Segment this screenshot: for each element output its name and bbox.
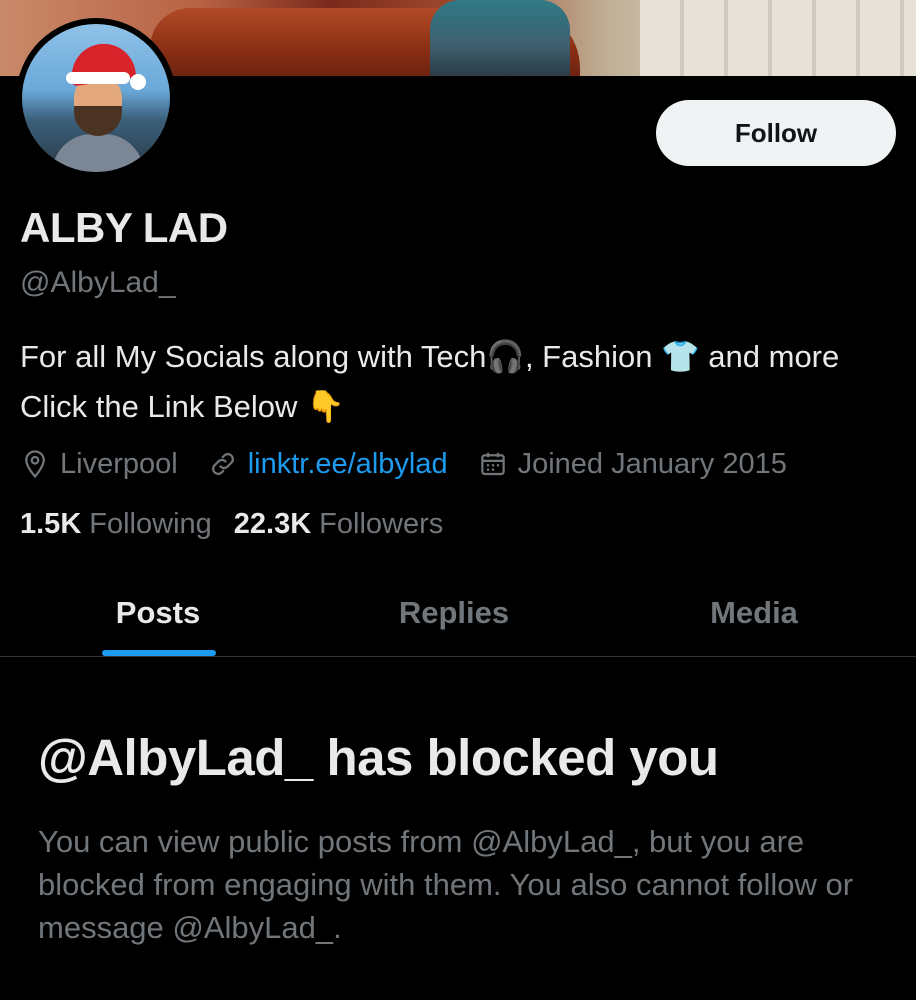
followers-stat[interactable]: 22.3K Followers [234,508,443,541]
avatar[interactable] [16,18,176,178]
tab-posts[interactable]: Posts [0,570,316,656]
tab-replies[interactable]: Replies [316,570,592,656]
tab-media[interactable]: Media [592,570,916,656]
profile-stats: 1.5K Following 22.3K Followers [20,508,465,541]
avatar-image [22,24,170,172]
following-count: 1.5K [20,508,82,540]
following-stat[interactable]: 1.5K Following [20,508,212,541]
blocked-message: You can view public posts from @AlbyLad_… [38,824,854,945]
profile-bio: For all My Socials along with Tech🎧, Fas… [20,339,840,424]
website-item[interactable]: linktr.ee/albylad [208,448,448,481]
location-text: Liverpool [60,447,178,480]
calendar-icon [480,452,505,476]
display-name: ALBY LAD [20,204,228,251]
profile-tabs: Posts Replies Media [0,570,916,657]
location-item: Liverpool [20,448,178,481]
banner-figure [430,0,570,76]
location-pin-icon [25,450,45,479]
banner-building [640,0,916,76]
santa-hat-pompom [130,74,146,90]
avatar-beard [74,106,122,136]
blocked-title: @AlbyLad_ has blocked you [38,729,719,786]
active-tab-indicator [102,650,216,656]
profile-handle: @AlbyLad_ [20,266,176,299]
joined-text: Joined January 2015 [517,447,787,480]
following-label: Following [89,508,212,540]
link-icon [211,453,234,475]
profile-meta: Liverpool linktr.ee/albylad Joined Janua… [20,442,900,486]
followers-count: 22.3K [233,508,312,540]
followers-label: Followers [319,508,444,540]
santa-hat-brim [66,72,130,84]
joined-item: Joined January 2015 [478,448,787,481]
follow-button[interactable]: Follow [656,100,896,166]
avatar-body [52,134,144,172]
website-link[interactable]: linktr.ee/albylad [248,448,448,481]
